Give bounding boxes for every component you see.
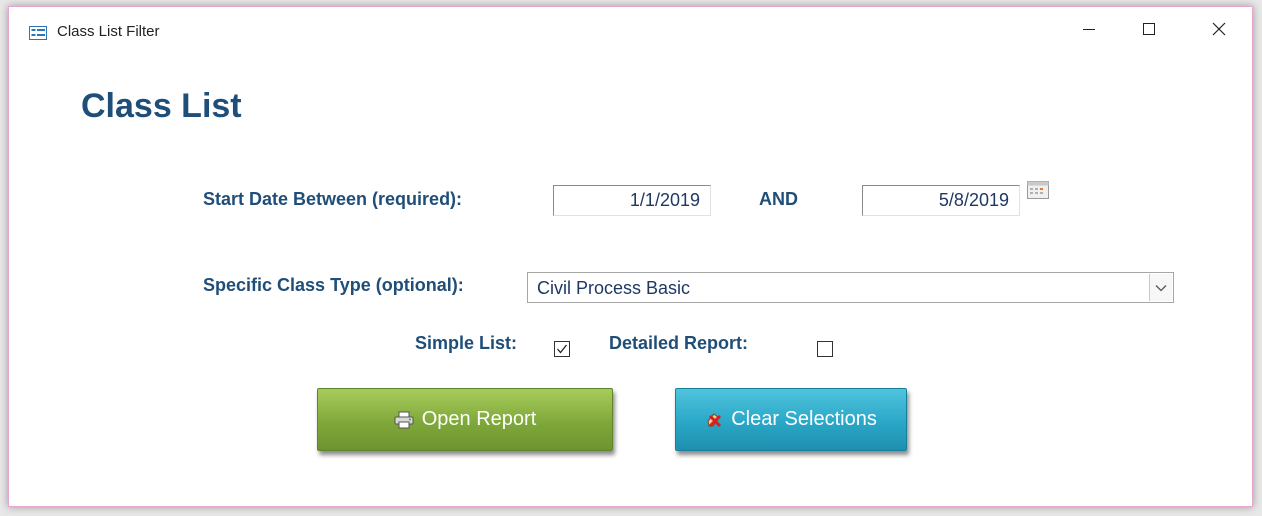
end-date-input[interactable]: 5/8/2019 (862, 185, 1020, 216)
chevron-down-icon (1155, 284, 1167, 291)
and-label: AND (759, 189, 798, 209)
simple-list-checkbox[interactable] (554, 341, 570, 357)
simple-list-label: Simple List: (415, 333, 518, 353)
open-report-button[interactable]: Open Report (317, 388, 613, 451)
title-bar[interactable]: Class List Filter (9, 7, 1252, 51)
start-date-input[interactable]: 1/1/2019 (553, 185, 711, 216)
maximize-button[interactable] (1119, 7, 1179, 51)
close-button[interactable] (1189, 7, 1249, 51)
minimize-button[interactable] (1059, 7, 1119, 51)
start-date-label: Start Date Between (required): (203, 189, 463, 209)
detailed-report-checkbox[interactable] (817, 341, 833, 357)
class-list-filter-window: Class List Filter Class List Start Date … (8, 6, 1253, 507)
close-icon (1212, 22, 1226, 36)
class-type-label: Specific Class Type (optional): (203, 275, 464, 295)
class-type-value: Civil Process Basic (537, 278, 691, 298)
minimize-icon (1083, 29, 1095, 30)
dropdown-button[interactable] (1149, 274, 1172, 301)
form-icon (29, 26, 47, 40)
clear-selections-button[interactable]: Clear Selections (675, 388, 907, 451)
detailed-report-label: Detailed Report: (609, 333, 749, 353)
window-title: Class List Filter (57, 23, 160, 40)
maximize-icon (1143, 23, 1155, 35)
printer-icon (394, 411, 414, 428)
eraser-x-icon (707, 412, 722, 427)
page-title: Class List (81, 87, 242, 125)
class-type-select[interactable]: Civil Process Basic (527, 272, 1174, 303)
clear-selections-label: Clear Selections (731, 408, 877, 430)
open-report-label: Open Report (421, 408, 537, 430)
calendar-icon[interactable] (1027, 181, 1049, 199)
checkmark-icon (557, 344, 568, 354)
